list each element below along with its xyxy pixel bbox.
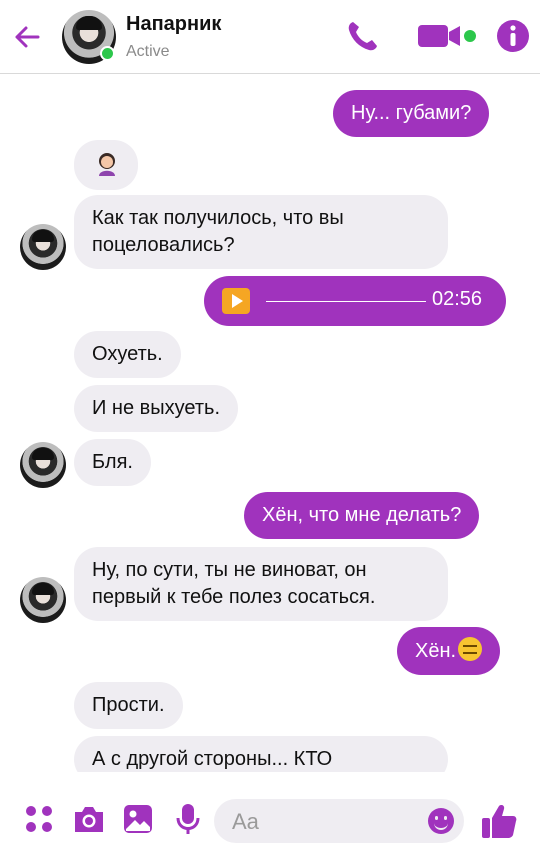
message-incoming[interactable]: Как так получилось, что вы поцеловались? <box>74 195 448 269</box>
video-camera-icon[interactable] <box>416 18 462 54</box>
message-outgoing[interactable]: Хён. <box>397 627 501 675</box>
message-incoming[interactable]: Охуеть. <box>74 331 181 378</box>
message-input[interactable]: Aa <box>214 799 464 843</box>
message-incoming[interactable]: Ну, по сути, ты не виноват, он первый к … <box>74 547 448 621</box>
voice-duration: 02:56 <box>432 288 483 310</box>
message-incoming[interactable]: И не выхуеть. <box>74 385 239 432</box>
arrow-left-icon[interactable] <box>12 22 42 52</box>
audio-progress-track[interactable] <box>266 301 426 302</box>
contact-status: Active <box>126 43 170 60</box>
microphone-icon[interactable] <box>174 802 202 836</box>
thumbs-up-icon[interactable] <box>480 802 518 840</box>
play-icon[interactable] <box>222 288 250 314</box>
camera-icon[interactable] <box>72 802 106 836</box>
contact-name[interactable]: Напарник <box>126 13 221 36</box>
message-incoming[interactable]: Прости. <box>74 682 183 729</box>
phone-icon[interactable] <box>345 18 381 54</box>
message-outgoing[interactable]: Ну... губами? <box>333 90 490 137</box>
message-text: Хён. <box>415 640 457 662</box>
message-input-placeholder: Aa <box>232 809 259 834</box>
emoji-icon[interactable] <box>428 808 454 834</box>
gallery-icon[interactable] <box>122 802 154 836</box>
expressionless-face-icon <box>458 637 483 661</box>
contact-avatar-small[interactable] <box>20 224 66 270</box>
woman-facepalming-icon <box>99 153 115 176</box>
chat-header: Напарник Active <box>0 0 540 74</box>
voice-message[interactable]: 02:56 <box>204 276 506 326</box>
contact-avatar-small[interactable] <box>20 442 66 488</box>
message-outgoing[interactable]: Хён, что мне делать? <box>244 492 480 539</box>
info-icon[interactable] <box>496 18 530 54</box>
message-incoming-emoji[interactable] <box>74 140 138 190</box>
message-incoming[interactable]: Бля. <box>74 439 151 486</box>
apps-icon[interactable] <box>24 802 54 836</box>
online-indicator <box>100 46 115 61</box>
message-incoming[interactable]: А с другой стороны... КТО <box>74 736 448 772</box>
message-list[interactable]: Ну... губами? Как так получилось, что вы… <box>0 74 540 772</box>
contact-avatar-small[interactable] <box>20 577 66 623</box>
video-active-dot <box>464 30 476 42</box>
